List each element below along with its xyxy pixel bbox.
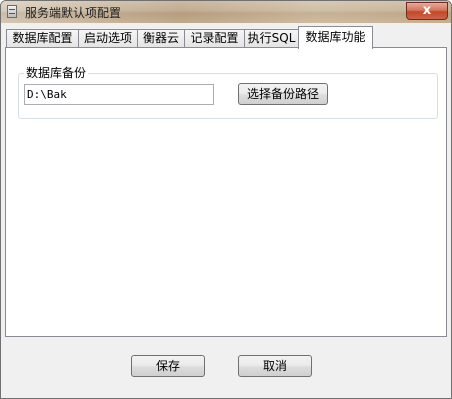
backup-group-title: 数据库备份	[24, 64, 89, 81]
tab-label: 数据库功能	[305, 30, 366, 44]
tab-database-functions[interactable]: 数据库功能	[298, 26, 373, 49]
select-backup-path-button[interactable]: 选择备份路径	[238, 83, 328, 105]
window-title: 服务端默认项配置	[25, 6, 122, 20]
save-button[interactable]: 保存	[131, 355, 205, 377]
tab-label: 记录配置	[190, 31, 239, 45]
close-icon: x	[422, 3, 432, 18]
title-bar[interactable]: 服务端默认项配置 x	[1, 1, 451, 23]
app-icon	[7, 5, 17, 18]
backup-path-input[interactable]: D:\Bak	[24, 84, 214, 105]
close-button[interactable]: x	[406, 2, 448, 20]
tab-label: 衡器云	[142, 31, 179, 45]
config-window: 服务端默认项配置 x 数据库配置 启动选项 衡器云 记录配置 执行SQL 数据库…	[0, 0, 452, 399]
tab-execute-sql[interactable]: 执行SQL	[244, 29, 299, 48]
tab-startup-options[interactable]: 启动选项	[78, 29, 138, 48]
tab-database-config[interactable]: 数据库配置	[6, 29, 79, 48]
tab-page-database-functions: 数据库备份 D:\Bak 选择备份路径	[5, 47, 447, 337]
cancel-button[interactable]: 取消	[238, 355, 312, 377]
tab-record-config[interactable]: 记录配置	[184, 29, 245, 48]
tab-scale-cloud[interactable]: 衡器云	[137, 29, 185, 48]
tab-label: 数据库配置	[12, 31, 73, 45]
tab-label: 执行SQL	[247, 31, 296, 45]
tab-label: 启动选项	[83, 31, 132, 45]
